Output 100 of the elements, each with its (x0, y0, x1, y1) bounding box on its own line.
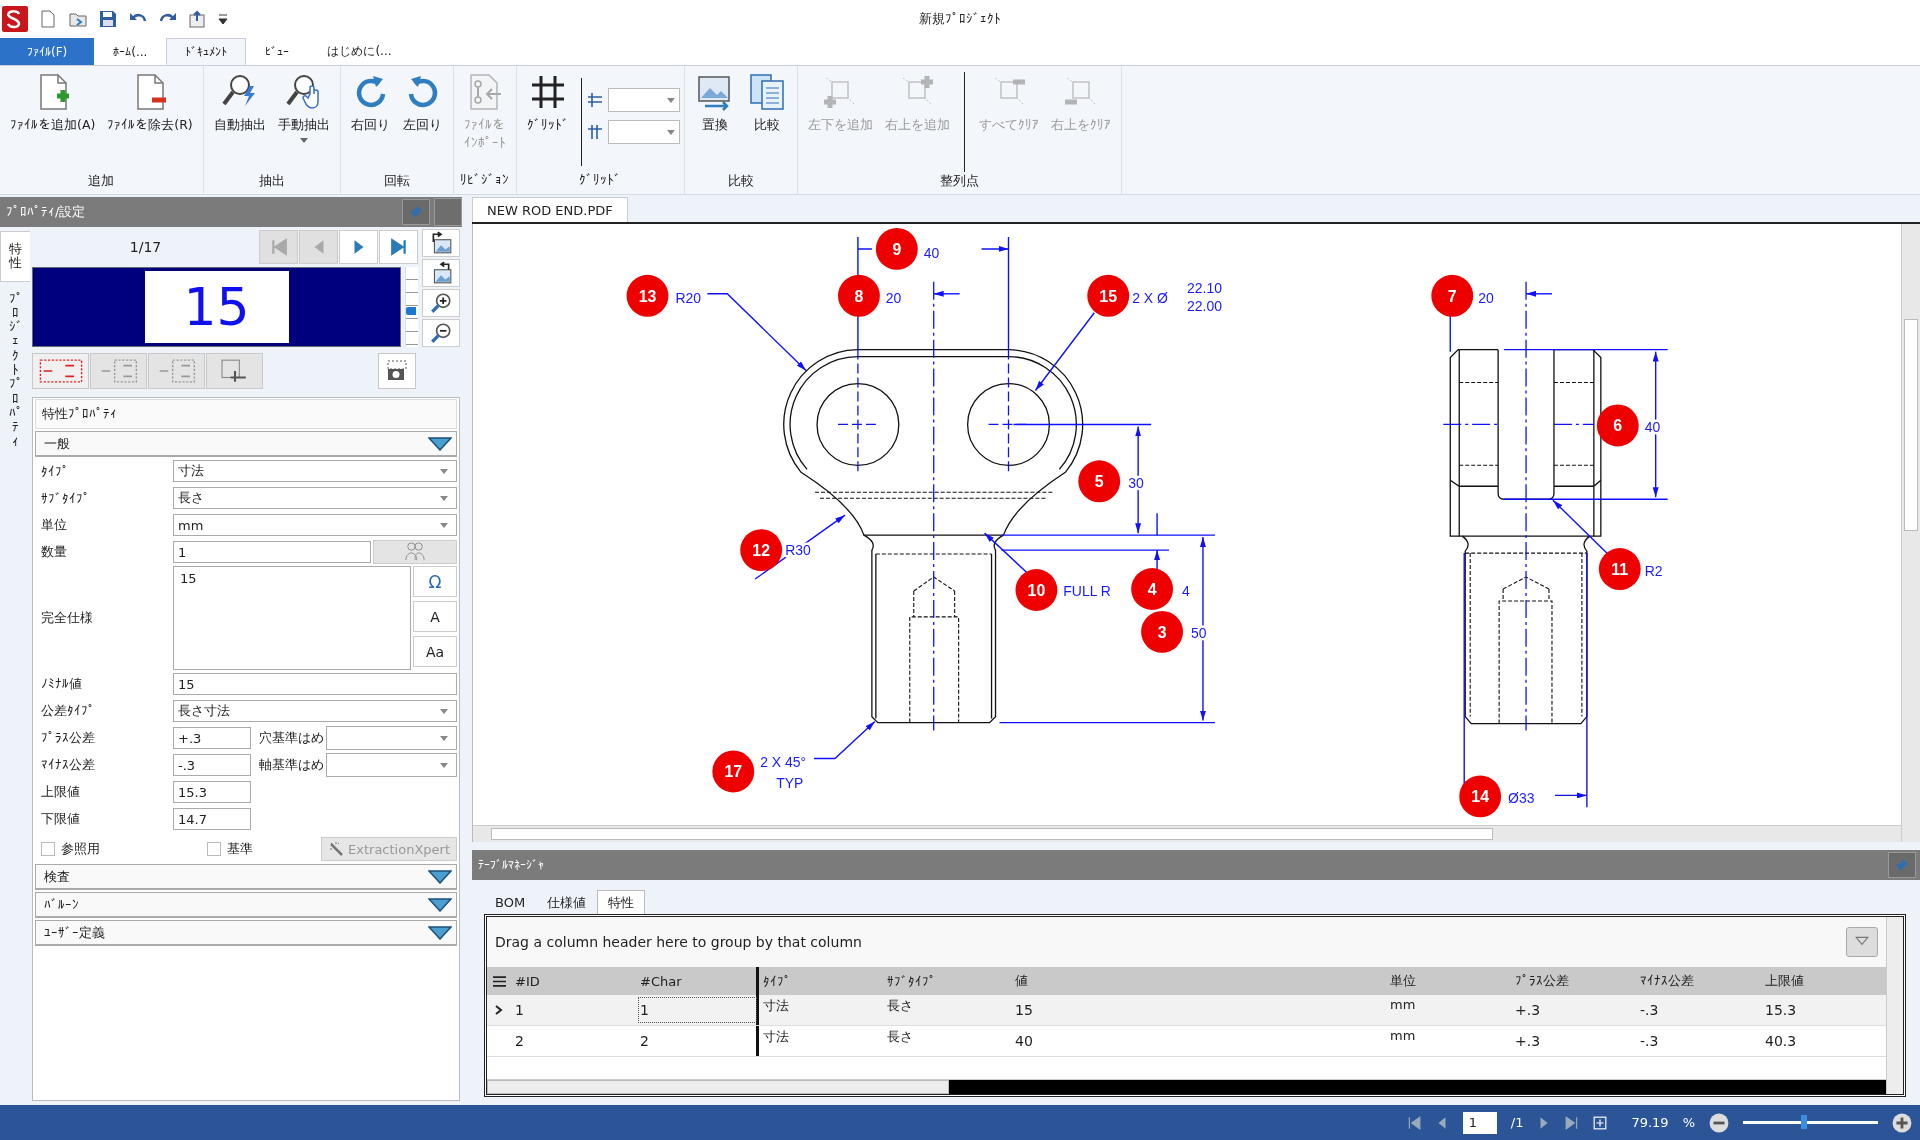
symbol-button[interactable]: A (413, 601, 457, 632)
balloon[interactable]: 5 (1078, 460, 1121, 503)
horizontal-scrollbar[interactable] (487, 1079, 1886, 1094)
balloon[interactable]: 13 (626, 274, 669, 317)
ribbon-tab[interactable]: ﾎｰﾑ(... (94, 38, 167, 65)
side-tab[interactable]: 特性 (0, 231, 30, 282)
column-spacing-dropdown[interactable] (607, 120, 680, 144)
balloon[interactable]: 12 (740, 529, 783, 572)
dropdown-field[interactable]: mm (173, 514, 457, 536)
vertical-scrollbar[interactable] (1901, 224, 1920, 842)
table-tab[interactable]: 仕様値 (536, 890, 598, 914)
column-header[interactable]: ﾀｲﾌﾟ (759, 967, 883, 995)
accordion-header[interactable]: 検査 (35, 864, 457, 890)
horizontal-scrollbar[interactable] (473, 825, 1901, 842)
limit-field[interactable]: 14.7 (173, 808, 251, 830)
fit-page-icon[interactable] (1593, 1115, 1608, 1130)
fit-dropdown[interactable] (326, 753, 457, 777)
group-button[interactable] (373, 540, 457, 564)
dropdown-field[interactable]: 長さ寸法 (173, 700, 457, 722)
column-header[interactable]: #ID (511, 967, 636, 995)
balloon[interactable]: 8 (838, 274, 880, 317)
first-page-icon[interactable] (1406, 1115, 1421, 1130)
quantity-field[interactable]: 1 (173, 541, 371, 563)
balloon[interactable]: 14 (1459, 775, 1502, 818)
symbol-button[interactable]: Aa (413, 636, 457, 667)
dropdown-field[interactable]: 長さ (173, 487, 457, 509)
zoom-slider-thumb[interactable] (1800, 1115, 1807, 1129)
ribbon-button[interactable]: ﾌｧｲﾙを除去(R) (101, 72, 199, 172)
ribbon-button[interactable]: ﾌｧｲﾙを追加(A) (4, 72, 102, 172)
preview-tool-button[interactable] (422, 319, 460, 347)
balloon[interactable]: 10 (1015, 569, 1058, 611)
last-page-icon[interactable] (1565, 1115, 1580, 1130)
file-menu-tab[interactable]: ﾌｧｲﾙ(F) (0, 38, 95, 65)
next-button[interactable] (339, 230, 378, 264)
table-row[interactable]: 1 1 寸法 長さ 15 mm +.3 -.3 15.3 (487, 995, 1886, 1026)
ribbon-tab[interactable]: はじめに(... (308, 38, 411, 65)
ribbon-button[interactable]: 自動抽出 (207, 72, 272, 172)
ribbon-button[interactable]: 左回り (396, 72, 449, 172)
app-logo-icon[interactable] (2, 4, 28, 34)
format-button[interactable] (148, 353, 205, 389)
accordion-header[interactable]: ﾕｰｻﾞｰ定義 (35, 920, 457, 946)
ribbon-tab[interactable]: ﾋﾞｭｰ (246, 38, 309, 65)
table-tab[interactable]: BOM (484, 890, 537, 914)
limit-field[interactable]: 15.3 (173, 781, 251, 803)
preview-tool-button[interactable] (422, 229, 460, 257)
ribbon-button[interactable]: 比較 (740, 72, 793, 172)
last-button[interactable] (379, 230, 418, 264)
format-button[interactable] (90, 353, 147, 389)
zoom-slider-thumb[interactable] (406, 307, 416, 315)
new-file-icon[interactable] (38, 9, 58, 29)
page-field[interactable]: 1 (1462, 1111, 1497, 1134)
balloon[interactable]: 3 (1141, 610, 1183, 653)
column-header[interactable]: 値 (1011, 967, 1386, 995)
document-tab[interactable]: NEW ROD END.PDF (472, 197, 628, 222)
ribbon-tab[interactable]: ﾄﾞｷｭﾒﾝﾄ (166, 38, 247, 65)
balloon[interactable]: 9 (875, 228, 918, 270)
balloon[interactable]: 15 (1087, 274, 1130, 317)
balloon[interactable]: 6 (1596, 404, 1639, 447)
balloon[interactable]: 4 (1131, 568, 1174, 610)
ribbon-button[interactable]: 右回り (344, 72, 397, 172)
accordion-header[interactable]: 一般 (35, 431, 457, 457)
zoom-out-icon[interactable] (1709, 1112, 1729, 1133)
table-row[interactable]: 2 2 寸法 長さ 40 mm +.3 -.3 40.3 (487, 1026, 1886, 1057)
vertical-scrollbar[interactable] (1886, 917, 1903, 1094)
column-header[interactable]: 上限値 (1761, 967, 1881, 995)
pin-button[interactable] (1888, 852, 1916, 878)
symbol-button[interactable]: Ω (413, 566, 457, 597)
snapshot-button[interactable] (378, 353, 416, 389)
save-icon[interactable] (98, 9, 118, 29)
dropdown-field[interactable]: 寸法 (173, 460, 457, 482)
zoom-in-icon[interactable] (1892, 1112, 1912, 1133)
column-header[interactable]: ﾌﾟﾗｽ公差 (1511, 967, 1636, 995)
customize-caret-icon[interactable] (218, 13, 228, 25)
checkbox[interactable] (41, 842, 55, 856)
filter-button[interactable] (1846, 927, 1878, 957)
balloon[interactable]: 7 (1431, 274, 1474, 317)
ribbon-button[interactable]: 手動抽出 (271, 72, 336, 172)
preview-tool-button[interactable] (422, 289, 460, 317)
format-button[interactable] (32, 353, 89, 389)
ribbon-button[interactable]: ｸﾞﾘｯﾄﾞ (520, 72, 575, 172)
balloon[interactable]: 17 (712, 750, 755, 793)
export-icon[interactable] (188, 9, 208, 29)
ribbon-button[interactable]: 置換 (688, 72, 741, 172)
nominal-field[interactable]: 15 (173, 673, 457, 695)
format-button[interactable] (206, 353, 263, 389)
fit-dropdown[interactable] (326, 726, 457, 750)
side-tab[interactable]: ﾌﾟﾛｼﾞｪｸﾄﾌﾟﾛﾊﾟﾃｨ (0, 281, 30, 459)
column-header[interactable]: ﾏｲﾅｽ公差 (1636, 967, 1761, 995)
tolerance-field[interactable]: -.3 (173, 754, 251, 776)
column-header[interactable]: 単位 (1386, 967, 1511, 995)
spec-text-area[interactable]: 15 (173, 566, 411, 670)
checkbox[interactable] (207, 842, 221, 856)
table-tab[interactable]: 特性 (597, 890, 646, 914)
menu-icon[interactable] (492, 975, 506, 987)
row-spacing-dropdown[interactable] (607, 88, 680, 112)
accordion-header[interactable]: ﾊﾞﾙｰﾝ (35, 892, 457, 918)
column-header[interactable]: ｻﾌﾞﾀｲﾌﾟ (883, 967, 1011, 995)
balloon[interactable]: 11 (1598, 548, 1641, 590)
preview-tool-button[interactable] (422, 259, 460, 287)
tolerance-field[interactable]: +.3 (173, 727, 251, 749)
